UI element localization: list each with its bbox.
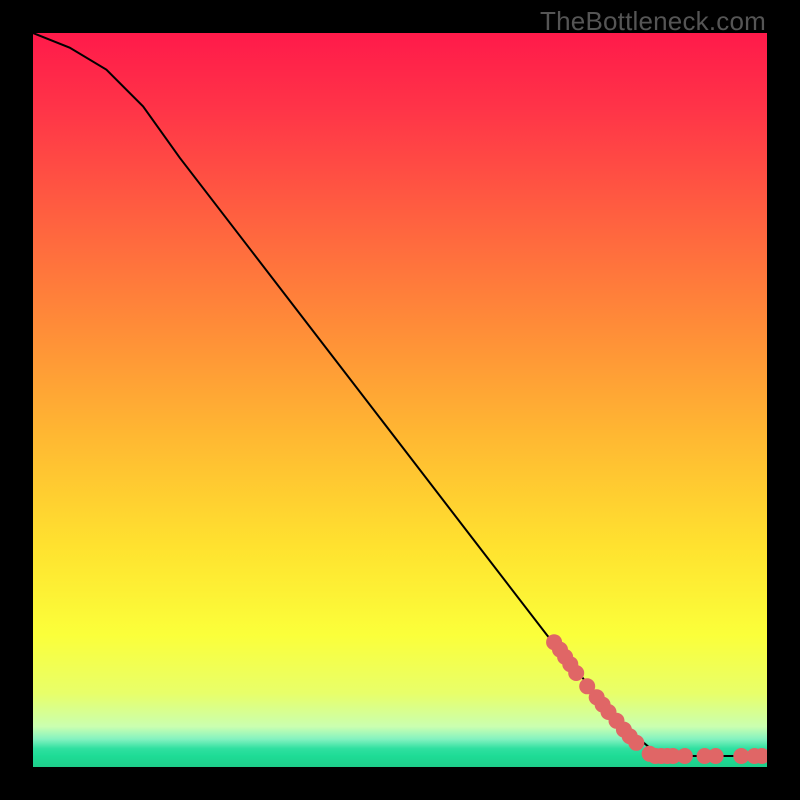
- chart-frame: TheBottleneck.com: [0, 0, 800, 800]
- data-marker: [628, 735, 644, 751]
- plot-area: [33, 33, 767, 767]
- data-marker: [568, 665, 584, 681]
- chart-svg: [33, 33, 767, 767]
- gradient-background: [33, 33, 767, 767]
- data-marker: [677, 748, 693, 764]
- data-marker: [708, 748, 724, 764]
